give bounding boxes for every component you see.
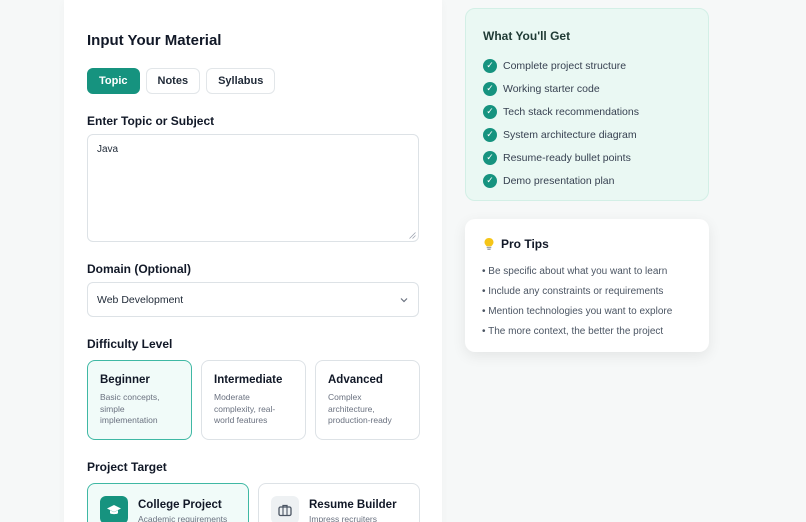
list-item: ✓ Resume-ready bullet points bbox=[483, 146, 639, 169]
target-label: Project Target bbox=[87, 460, 167, 474]
target-options: College Project Academic requirements Re… bbox=[87, 483, 420, 522]
topic-input[interactable]: Java bbox=[87, 134, 419, 242]
difficulty-title: Advanced bbox=[328, 374, 383, 386]
check-icon: ✓ bbox=[483, 127, 497, 142]
material-tabs: Topic Notes Syllabus bbox=[87, 68, 276, 94]
domain-select[interactable]: Web Development bbox=[87, 282, 419, 317]
target-title: Resume Builder bbox=[309, 499, 397, 511]
topic-input-value: Java bbox=[97, 144, 119, 155]
lightbulb-icon bbox=[484, 238, 494, 250]
difficulty-desc: Moderate complexity, real-world features bbox=[214, 392, 276, 425]
tab-notes[interactable]: Notes bbox=[145, 68, 201, 94]
tab-syllabus[interactable]: Syllabus bbox=[206, 68, 276, 94]
panel-title: Input Your Material bbox=[87, 32, 222, 49]
input-material-panel: Input Your Material Topic Notes Syllabus… bbox=[64, 0, 442, 522]
graduation-cap-icon bbox=[100, 496, 128, 522]
tips-title: Pro Tips bbox=[501, 237, 549, 251]
difficulty-beginner[interactable]: Beginner Basic concepts, simple implemen… bbox=[87, 360, 192, 440]
list-item: • The more context, the better the proje… bbox=[482, 325, 664, 337]
benefit-text: Tech stack recommendations bbox=[503, 105, 639, 118]
resize-handle-icon[interactable] bbox=[409, 232, 416, 239]
target-college-project[interactable]: College Project Academic requirements bbox=[87, 483, 249, 522]
list-item: ✓ Demo presentation plan bbox=[483, 169, 639, 192]
list-item: ✓ System architecture diagram bbox=[483, 123, 639, 146]
check-icon: ✓ bbox=[483, 104, 497, 119]
list-item: ✓ Tech stack recommendations bbox=[483, 100, 639, 123]
difficulty-label: Difficulty Level bbox=[87, 337, 173, 351]
check-icon: ✓ bbox=[483, 150, 497, 165]
list-item: • Be specific about what you want to lea… bbox=[482, 265, 668, 277]
topic-label: Enter Topic or Subject bbox=[87, 114, 215, 128]
benefit-text: Working starter code bbox=[503, 82, 600, 95]
difficulty-desc: Basic concepts, simple implementation bbox=[100, 392, 160, 425]
pro-tips-card: Pro Tips • Be specific about what you wa… bbox=[465, 219, 709, 352]
briefcase-icon bbox=[271, 496, 299, 522]
difficulty-intermediate[interactable]: Intermediate Moderate complexity, real-w… bbox=[201, 360, 306, 440]
benefit-text: Demo presentation plan bbox=[503, 174, 615, 187]
benefit-text: Resume-ready bullet points bbox=[503, 151, 631, 164]
benefits-list: ✓ Complete project structure ✓ Working sta… bbox=[483, 54, 639, 192]
difficulty-title: Intermediate bbox=[214, 374, 283, 386]
list-item: • Include any constraints or requirement… bbox=[482, 285, 664, 297]
domain-label: Domain (Optional) bbox=[87, 262, 191, 276]
tips-header: Pro Tips bbox=[483, 237, 549, 251]
list-item: ✓ Working starter code bbox=[483, 77, 639, 100]
tab-topic[interactable]: Topic bbox=[87, 68, 140, 94]
list-item: • Mention technologies you want to explo… bbox=[482, 305, 673, 317]
domain-select-value: Web Development bbox=[97, 293, 184, 306]
check-icon: ✓ bbox=[483, 173, 497, 188]
difficulty-title: Beginner bbox=[100, 374, 150, 386]
difficulty-advanced[interactable]: Advanced Complex architecture, productio… bbox=[315, 360, 420, 440]
what-youll-get-card: What You'll Get ✓ Complete project struct… bbox=[465, 8, 709, 201]
target-desc: Academic requirements bbox=[138, 514, 228, 522]
target-desc: Impress recruiters bbox=[309, 514, 378, 522]
difficulty-options: Beginner Basic concepts, simple implemen… bbox=[87, 360, 420, 440]
check-icon: ✓ bbox=[483, 58, 497, 73]
target-title: College Project bbox=[138, 499, 222, 511]
difficulty-desc: Complex architecture, production-ready bbox=[328, 392, 392, 425]
list-item: ✓ Complete project structure bbox=[483, 54, 639, 77]
benefits-title: What You'll Get bbox=[483, 29, 571, 43]
check-icon: ✓ bbox=[483, 81, 497, 96]
tips-list: • Be specific about what you want to lea… bbox=[482, 261, 672, 341]
target-resume-builder[interactable]: Resume Builder Impress recruiters bbox=[258, 483, 420, 522]
chevron-down-icon bbox=[400, 297, 408, 302]
benefit-text: System architecture diagram bbox=[503, 128, 637, 141]
benefit-text: Complete project structure bbox=[503, 59, 627, 72]
